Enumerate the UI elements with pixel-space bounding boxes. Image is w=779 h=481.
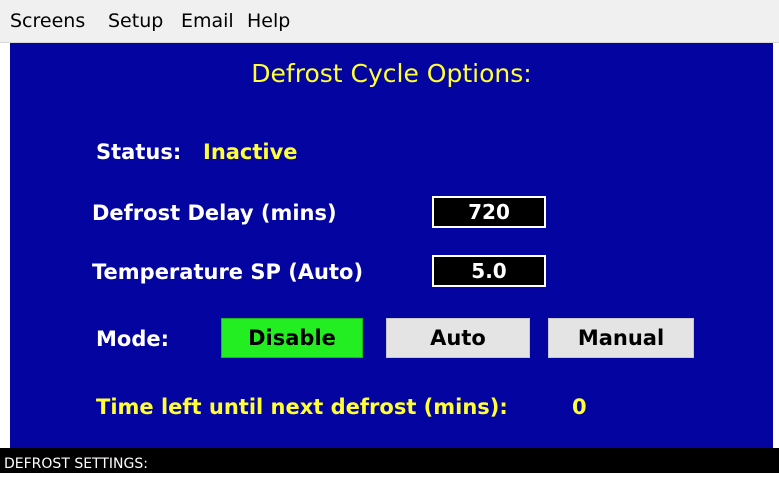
mode-disable-button[interactable]: Disable xyxy=(221,318,363,358)
defrost-delay-label: Defrost Delay (mins) xyxy=(92,201,337,225)
mode-label: Mode: xyxy=(96,327,169,351)
mode-manual-button[interactable]: Manual xyxy=(548,318,694,358)
page-title: Defrost Cycle Options: xyxy=(251,59,532,88)
menu-screens[interactable]: Screens xyxy=(10,0,85,42)
defrost-delay-field[interactable]: 720 xyxy=(432,196,546,228)
status-label: Status: xyxy=(96,140,182,164)
time-left-value: 0 xyxy=(572,395,587,419)
menu-bar: Screens Setup Email Help xyxy=(0,0,779,43)
menu-help[interactable]: Help xyxy=(247,0,290,42)
defrost-panel: Defrost Cycle Options: Status: Inactive … xyxy=(10,43,773,448)
temperature-sp-label: Temperature SP (Auto) xyxy=(92,260,364,284)
menu-setup[interactable]: Setup xyxy=(108,0,163,42)
time-left-label: Time left until next defrost (mins): xyxy=(96,395,508,419)
menu-email[interactable]: Email xyxy=(181,0,234,42)
status-value: Inactive xyxy=(203,140,298,164)
mode-auto-button[interactable]: Auto xyxy=(386,318,530,358)
status-bar: DEFROST SETTINGS: xyxy=(0,448,779,473)
temperature-sp-field[interactable]: 5.0 xyxy=(432,255,546,287)
